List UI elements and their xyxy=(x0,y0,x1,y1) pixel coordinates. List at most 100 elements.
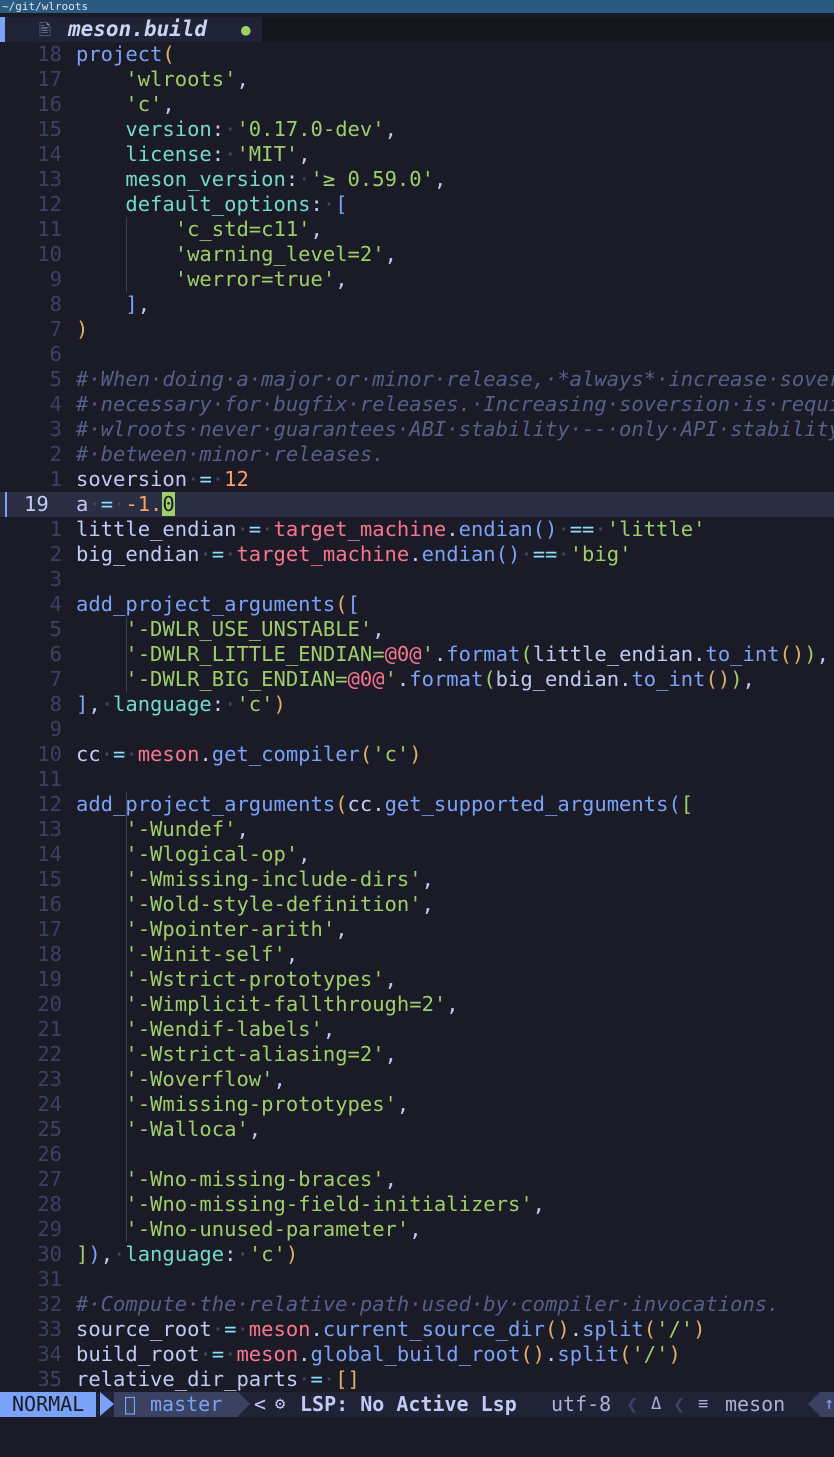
git-branch-icon:  xyxy=(124,1392,136,1417)
tabline: 🖹 meson.build ● xyxy=(0,17,834,42)
code-line[interactable]: 12 add_project_arguments(cc.get_supported… xyxy=(0,792,834,817)
window-title: ~/git/wlroots xyxy=(0,0,834,13)
code-text: '-Wno-unused-parameter', xyxy=(125,1217,422,1241)
file-encoding: utf-8 xyxy=(551,1392,612,1416)
code-line[interactable]: 1 little_endian·=·target_machine.endian()… xyxy=(0,517,834,542)
code-text: relative_dir_parts·=·[] xyxy=(76,1367,360,1391)
code-text: '-Winit-self', xyxy=(125,942,299,966)
code-line[interactable]: 18 project( xyxy=(0,42,834,67)
code-line[interactable]: 2 big_endian·=·target_machine.endian()·==… xyxy=(0,542,834,567)
code-text: '-Wendif-labels', xyxy=(125,1017,336,1041)
line-number: 20 xyxy=(37,992,62,1016)
code-line[interactable]: 2 #·between·minor·releases. xyxy=(0,442,834,467)
code-line[interactable]: 12 default_options:·[ xyxy=(0,192,834,217)
line-number: 1 xyxy=(49,517,62,541)
code-line[interactable]: 19 '-Wstrict-prototypes', xyxy=(0,967,834,992)
editor-buffer[interactable]: 18 project(17 'wlroots', 16 'c', 15 version… xyxy=(0,42,834,1392)
code-line[interactable]: 25 '-Walloca', xyxy=(0,1117,834,1142)
code-line[interactable]: 16 'c', xyxy=(0,92,834,117)
code-text: source_root·=·meson.current_source_dir()… xyxy=(76,1317,706,1341)
code-line[interactable]: 10 cc·=·meson.get_compiler('c') xyxy=(0,742,834,767)
code-line[interactable]: 21 '-Wendif-labels', xyxy=(0,1017,834,1042)
code-text: build_root·=·meson.global_build_root().s… xyxy=(76,1342,681,1366)
code-line[interactable]: 15 '-Wmissing-include-dirs', xyxy=(0,867,834,892)
code-line[interactable]: 34 build_root·=·meson.global_build_root()… xyxy=(0,1342,834,1367)
separator-2: ❮ xyxy=(673,1392,686,1416)
code-line[interactable]: 26 xyxy=(0,1142,834,1167)
code-text: '-Walloca', xyxy=(125,1117,262,1141)
code-text: '-Wundef', xyxy=(125,817,249,841)
code-line[interactable]: 11 xyxy=(0,767,834,792)
line-number: 10 xyxy=(37,742,62,766)
code-line[interactable]: 33 source_root·=·meson.current_source_dir… xyxy=(0,1317,834,1342)
code-text: 'warning_level=2', xyxy=(174,242,397,266)
code-text: '-DWLR_BIG_ENDIAN=@0@'.format(big_endian… xyxy=(125,667,755,691)
code-line[interactable]: 7) xyxy=(0,317,834,342)
code-line[interactable]: 9 xyxy=(0,717,834,742)
line-number: 12 xyxy=(37,192,62,216)
code-line[interactable]: 14 license:·'MIT', xyxy=(0,142,834,167)
line-number: 5 xyxy=(49,617,62,641)
progress-icon: ↑ xyxy=(820,1392,834,1417)
code-line[interactable]: 10 'warning_level=2', xyxy=(0,242,834,267)
code-line[interactable]: 29 '-Wno-unused-parameter', xyxy=(0,1217,834,1242)
code-line[interactable]: 35 relative_dir_parts·=·[] xyxy=(0,1367,834,1392)
code-line[interactable]: 6 xyxy=(0,342,834,367)
tab-meson-build[interactable]: 🖹 meson.build ● xyxy=(0,17,262,42)
code-line[interactable]: 13 '-Wundef', xyxy=(0,817,834,842)
line-number: 26 xyxy=(37,1142,62,1166)
code-line[interactable]: 1 soversion·=·12 xyxy=(0,467,834,492)
code-line[interactable]: 6 '-DWLR_LITTLE_ENDIAN=@0@'.format(littl… xyxy=(0,642,834,667)
line-number: 6 xyxy=(49,342,62,366)
code-text: '-DWLR_LITTLE_ENDIAN=@0@'.format(little_… xyxy=(125,642,829,666)
code-line[interactable]: 24 '-Wmissing-prototypes', xyxy=(0,1092,834,1117)
line-number: 23 xyxy=(37,1067,62,1091)
code-line[interactable]: 4 add_project_arguments([ xyxy=(0,592,834,617)
line-number: 17 xyxy=(37,917,62,941)
code-line[interactable]: 5 #·When·doing·a·major·or·minor·release,·… xyxy=(0,367,834,392)
code-line[interactable]: 20 '-Wimplicit-fallthrough=2', xyxy=(0,992,834,1017)
code-text: ) xyxy=(76,317,89,341)
code-line[interactable]: 7 '-DWLR_BIG_ENDIAN=@0@'.format(big_endi… xyxy=(0,667,834,692)
code-line[interactable]: 14 '-Wlogical-op', xyxy=(0,842,834,867)
code-line[interactable]: 22 '-Wstrict-aliasing=2', xyxy=(0,1042,834,1067)
code-line[interactable]: 3 xyxy=(0,567,834,592)
code-text: version:·'0.17.0-dev', xyxy=(125,117,397,141)
code-line[interactable]: 28 '-Wno-missing-field-initializers', xyxy=(0,1192,834,1217)
line-number: 9 xyxy=(49,717,62,741)
line-number: 16 xyxy=(37,892,62,916)
branch-separator xyxy=(238,1392,250,1416)
code-line[interactable]: 30]),·language:·'c') xyxy=(0,1242,834,1267)
git-branch: master xyxy=(150,1392,223,1416)
code-line[interactable]: 27 '-Wno-missing-braces', xyxy=(0,1167,834,1192)
line-number: 15 xyxy=(37,867,62,891)
code-line[interactable]: 18 '-Winit-self', xyxy=(0,942,834,967)
code-line-current[interactable]: 19 a·=·-1.0 xyxy=(0,492,834,517)
code-line[interactable]: 3 #·wlroots·never·guarantees·ABI·stabilit… xyxy=(0,417,834,442)
code-text: #·wlroots·never·guarantees·ABI·stability… xyxy=(76,417,834,441)
command-line[interactable] xyxy=(0,1417,834,1457)
filetype: meson xyxy=(725,1392,786,1416)
tab-label: meson.build xyxy=(68,17,208,41)
line-number: 3 xyxy=(49,417,62,441)
code-line[interactable]: 31 xyxy=(0,1267,834,1292)
code-line[interactable]: 11 'c_std=c11', xyxy=(0,217,834,242)
code-line[interactable]: 9 'werror=true', xyxy=(0,267,834,292)
code-line[interactable]: 23 '-Woverflow', xyxy=(0,1067,834,1092)
code-line[interactable]: 15 version:·'0.17.0-dev', xyxy=(0,117,834,142)
code-line[interactable]: 8 ], xyxy=(0,292,834,317)
code-line[interactable]: 8],·language:·'c') xyxy=(0,692,834,717)
code-text: big_endian·=·target_machine.endian()·==·… xyxy=(76,542,632,566)
line-number: 15 xyxy=(37,117,62,141)
code-line[interactable]: 17 '-Wpointer-arith', xyxy=(0,917,834,942)
code-line[interactable]: 4 #·necessary·for·bugfix·releases.·Increa… xyxy=(0,392,834,417)
code-line[interactable]: 5 '-DWLR_USE_UNSTABLE', xyxy=(0,617,834,642)
code-line[interactable]: 32 #·Compute·the·relative·path·used·by·co… xyxy=(0,1292,834,1317)
code-text: '-Wstrict-aliasing=2', xyxy=(125,1042,397,1066)
code-line[interactable]: 16 '-Wold-style-definition', xyxy=(0,892,834,917)
line-number: 13 xyxy=(37,167,62,191)
code-text: project( xyxy=(76,42,175,66)
code-line[interactable]: 17 'wlroots', xyxy=(0,67,834,92)
line-number: 27 xyxy=(37,1167,62,1191)
code-line[interactable]: 13 meson_version:·'≥ 0.59.0', xyxy=(0,167,834,192)
